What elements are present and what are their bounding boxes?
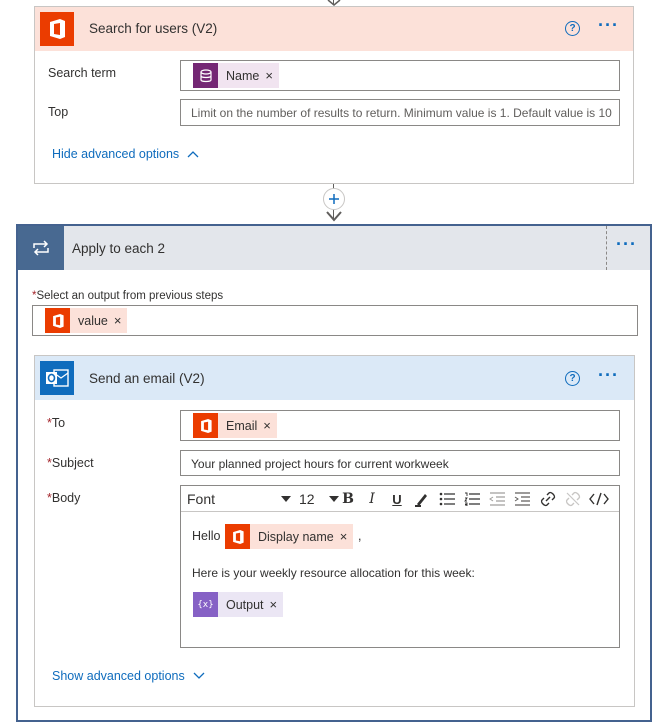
- top-input[interactable]: Limit on the number of results to return…: [180, 99, 620, 126]
- underline-icon[interactable]: U: [388, 490, 406, 508]
- body-hello: Hello: [192, 529, 221, 543]
- code-view-icon[interactable]: [589, 490, 609, 508]
- select-output-token[interactable]: value ×: [45, 308, 128, 333]
- connector-arrow-icon: [326, 211, 342, 222]
- office365-icon: [45, 308, 70, 333]
- display-name-token[interactable]: Display name ×: [225, 524, 354, 549]
- plus-icon: [329, 194, 339, 204]
- chevron-up-icon: [187, 151, 199, 158]
- select-output-token-label: value: [78, 313, 108, 328]
- to-token[interactable]: Email ×: [193, 413, 277, 438]
- more-options-icon[interactable]: ···: [616, 234, 637, 255]
- office365-icon: [40, 12, 74, 46]
- outlook-icon: [46, 369, 69, 387]
- dataverse-icon: [193, 63, 218, 88]
- remove-token-icon[interactable]: ×: [263, 418, 277, 433]
- search-term-token[interactable]: Name ×: [193, 63, 279, 88]
- remove-token-icon[interactable]: ×: [270, 597, 284, 612]
- show-advanced-label: Show advanced options: [52, 669, 185, 683]
- chevron-down-icon: [193, 672, 205, 679]
- apply-header[interactable]: Apply to each 2 ···: [18, 226, 650, 270]
- send-email-header[interactable]: Send an email (V2) ? ···: [35, 356, 634, 400]
- help-icon[interactable]: ?: [565, 21, 580, 36]
- numbered-list-icon[interactable]: [463, 490, 481, 508]
- remove-token-icon[interactable]: ×: [114, 313, 128, 328]
- decrease-indent-icon: [488, 490, 506, 508]
- subject-input[interactable]: Your planned project hours for current w…: [180, 450, 620, 476]
- search-users-title: Search for users (V2): [89, 21, 218, 36]
- display-name-token-label: Display name: [258, 529, 334, 544]
- loop-icon-box: [18, 226, 64, 270]
- expression-icon: {x}: [193, 592, 218, 617]
- search-term-field[interactable]: Name ×: [180, 60, 620, 91]
- top-label: Top: [48, 105, 69, 119]
- apply-to-each-card: Apply to each 2 ··· *Select an output fr…: [16, 224, 652, 722]
- header-divider: [606, 226, 607, 270]
- to-field[interactable]: Email ×: [180, 410, 620, 441]
- hide-advanced-label: Hide advanced options: [52, 147, 180, 161]
- body-comma: ,: [358, 529, 362, 543]
- to-label: *To: [47, 416, 66, 430]
- dropdown-caret-icon: [281, 496, 291, 502]
- remove-token-icon[interactable]: ×: [340, 529, 354, 544]
- subject-value: Your planned project hours for current w…: [191, 457, 449, 471]
- office365-icon: [225, 524, 250, 549]
- rich-text-toolbar: Font 12 B I U: [181, 486, 619, 512]
- output-token-label: Output: [226, 597, 264, 612]
- dropdown-caret-icon: [329, 496, 339, 502]
- select-output-field[interactable]: value ×: [32, 305, 638, 336]
- apply-title: Apply to each 2: [72, 241, 166, 256]
- size-dropdown-value: 12: [299, 491, 315, 507]
- send-email-title: Send an email (V2): [89, 371, 205, 386]
- send-email-card: Send an email (V2) ? ··· *To Email × *Su…: [34, 355, 635, 707]
- remove-token-icon[interactable]: ×: [265, 68, 279, 83]
- font-dropdown-value: Font: [187, 491, 216, 507]
- search-term-label: Search term: [48, 66, 117, 80]
- bold-icon[interactable]: B: [339, 490, 357, 508]
- unlink-icon: [564, 490, 582, 508]
- more-options-icon[interactable]: ···: [598, 15, 619, 36]
- help-icon[interactable]: ?: [565, 371, 580, 386]
- body-editor[interactable]: Font 12 B I U Hello Display name × , Her…: [180, 485, 620, 648]
- to-token-label: Email: [226, 418, 258, 433]
- subject-label: *Subject: [47, 456, 94, 470]
- size-dropdown[interactable]: 12: [299, 490, 339, 508]
- insert-step-button[interactable]: [323, 188, 345, 210]
- more-options-icon[interactable]: ···: [598, 365, 619, 386]
- select-output-label: *Select an output from previous steps: [32, 290, 224, 302]
- increase-indent-icon[interactable]: [513, 490, 531, 508]
- loop-icon: [33, 240, 49, 256]
- italic-icon[interactable]: I: [363, 490, 381, 508]
- body-label: *Body: [47, 491, 81, 505]
- font-dropdown[interactable]: Font: [187, 490, 291, 508]
- highlight-pen-icon[interactable]: [413, 490, 431, 508]
- body-line2: Here is your weekly resource allocation …: [192, 566, 475, 580]
- office365-icon: [193, 413, 218, 438]
- search-users-card: Search for users (V2) ? ··· Search term …: [34, 6, 634, 184]
- link-icon[interactable]: [539, 490, 557, 508]
- output-token[interactable]: {x} Output ×: [193, 592, 284, 617]
- search-users-header[interactable]: Search for users (V2) ? ···: [35, 7, 633, 51]
- bullet-list-icon[interactable]: [438, 490, 456, 508]
- search-term-token-label: Name: [226, 68, 260, 83]
- outlook-icon-box: [40, 361, 74, 395]
- hide-advanced-options-link[interactable]: Hide advanced options: [52, 147, 199, 161]
- top-placeholder: Limit on the number of results to return…: [191, 106, 612, 120]
- show-advanced-options-link[interactable]: Show advanced options: [52, 669, 205, 683]
